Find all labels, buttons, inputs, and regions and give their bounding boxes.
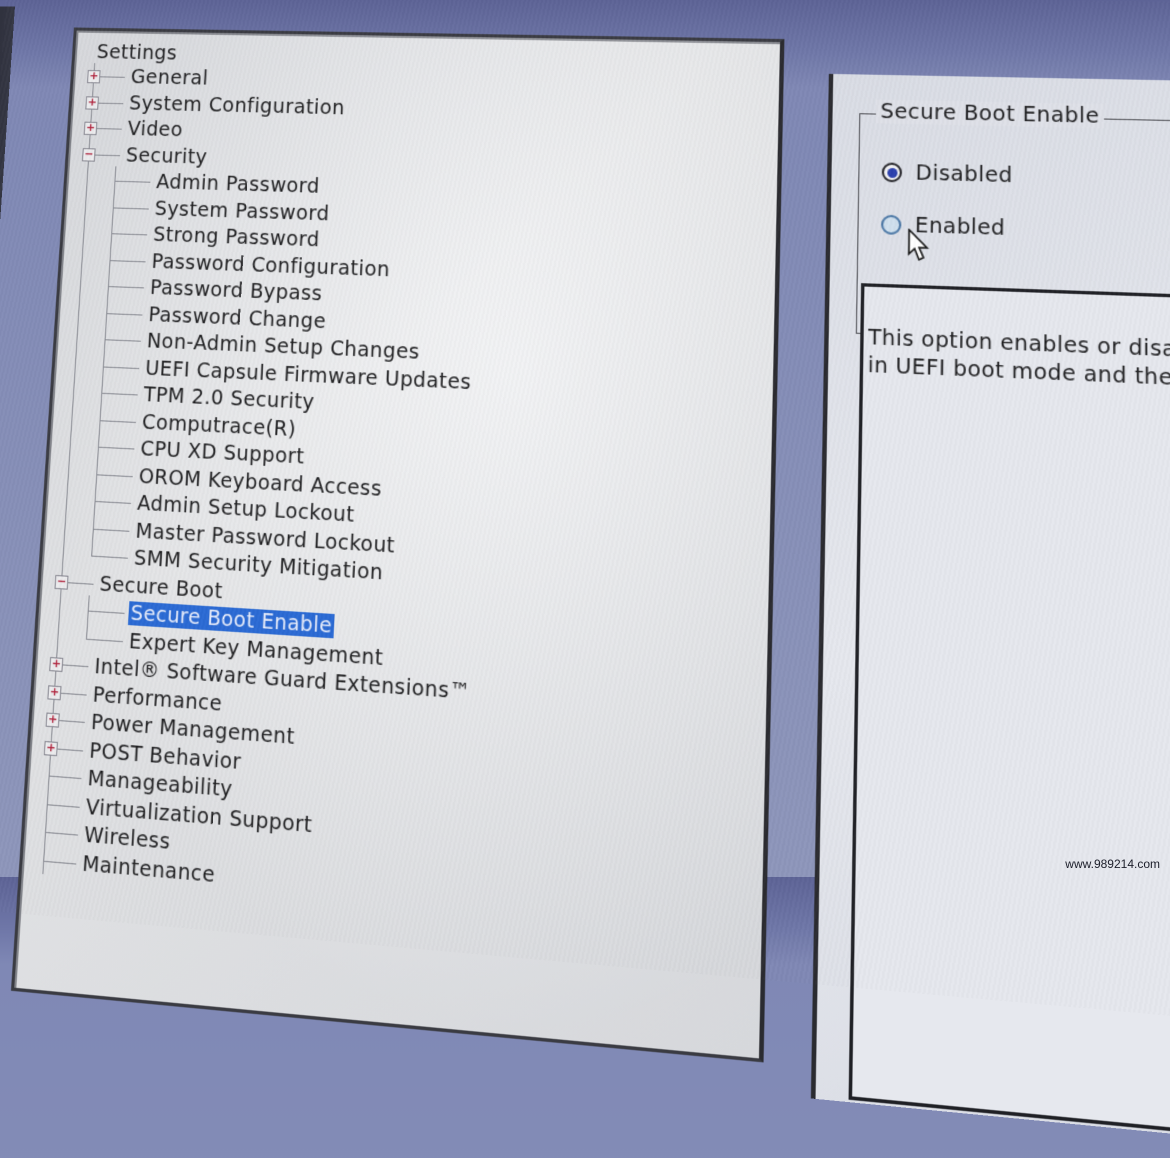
tree-connector bbox=[43, 860, 77, 865]
tree-item-label: Strong Password bbox=[152, 223, 321, 252]
tree-connector bbox=[87, 610, 125, 614]
tree-connector bbox=[107, 286, 145, 289]
tree-item[interactable]: Password Bypass bbox=[147, 276, 325, 306]
tree-connector bbox=[111, 233, 148, 236]
radio-disabled-label: Disabled bbox=[915, 161, 1013, 188]
radio-checked-icon[interactable] bbox=[881, 162, 903, 183]
expand-plus-icon[interactable]: + bbox=[83, 121, 98, 136]
tree-item-label: Wireless bbox=[83, 822, 171, 855]
tree-item-label: Password Bypass bbox=[149, 276, 323, 306]
detail-panel: Secure Boot Enable Disabled Enabled This… bbox=[810, 73, 1170, 1157]
tree-connector bbox=[99, 419, 137, 423]
tree-connector bbox=[109, 259, 146, 262]
mouse-pointer-icon bbox=[908, 229, 933, 263]
tree-item-label: General bbox=[130, 65, 209, 90]
expand-plus-icon[interactable]: + bbox=[49, 656, 64, 673]
collapse-minus-icon[interactable]: − bbox=[81, 147, 96, 162]
tree-connector bbox=[46, 803, 80, 808]
subtree-line bbox=[86, 594, 90, 639]
tree-connector bbox=[44, 831, 78, 836]
tree-connector bbox=[112, 206, 149, 210]
tree-item[interactable]: System Configuration bbox=[127, 92, 348, 119]
tree-connector bbox=[48, 775, 82, 780]
tree-connector bbox=[96, 473, 133, 477]
help-description-box: This option enables or disab in UEFI boo… bbox=[848, 283, 1170, 1156]
tree-item-label: Security bbox=[125, 143, 209, 169]
expand-plus-icon[interactable]: + bbox=[86, 69, 101, 84]
monitor-bezel bbox=[0, 5, 15, 1012]
tree-item[interactable]: Maintenance bbox=[80, 851, 218, 887]
expand-plus-icon[interactable]: + bbox=[45, 712, 60, 728]
tree-connector bbox=[91, 555, 128, 559]
expand-plus-icon[interactable]: + bbox=[43, 739, 59, 756]
tree-connector bbox=[94, 500, 132, 504]
help-description: This option enables or disab in UEFI boo… bbox=[868, 324, 1170, 402]
tree-connector bbox=[85, 638, 123, 642]
collapse-minus-icon[interactable]: − bbox=[54, 573, 69, 590]
tree-item-label: Computrace(R) bbox=[141, 410, 297, 441]
bios-setup-screen: Settings General + System Configuration + Vi… bbox=[0, 0, 1170, 1157]
tree-item[interactable]: CPU XD Support bbox=[138, 437, 307, 469]
settings-tree-panel: Settings General + System Configuration + Vi… bbox=[10, 27, 785, 1063]
tree-item[interactable]: Admin Password bbox=[154, 171, 323, 199]
tree-item-label: CPU XD Support bbox=[139, 437, 305, 469]
tree-item-label: Admin Password bbox=[155, 170, 321, 199]
tree-connector bbox=[104, 339, 141, 342]
radio-disabled[interactable]: Disabled bbox=[881, 160, 1013, 188]
tree-connector bbox=[106, 312, 143, 316]
tree-item[interactable]: Password Change bbox=[146, 303, 329, 333]
watermark: www.989214.com bbox=[1065, 857, 1160, 871]
expand-plus-icon[interactable]: + bbox=[47, 684, 62, 700]
tree-connector bbox=[92, 528, 130, 532]
tree-connector bbox=[114, 180, 151, 183]
tree-connector bbox=[101, 392, 138, 396]
subtree-line bbox=[91, 165, 117, 556]
tree-item[interactable]: TPM 2.0 Security bbox=[141, 383, 317, 414]
tree-item-label: Video bbox=[126, 117, 184, 142]
tree-item-label: Password Change bbox=[147, 302, 327, 333]
tree-root-settings[interactable]: Settings bbox=[94, 41, 180, 65]
expand-plus-icon[interactable]: + bbox=[85, 95, 99, 110]
tree-item-label: Maintenance bbox=[81, 851, 216, 888]
tree-item[interactable]: Computrace(R) bbox=[139, 410, 298, 441]
tree-connector bbox=[102, 365, 140, 369]
tree-item[interactable]: Video bbox=[125, 118, 185, 142]
tree-item-label: System Password bbox=[154, 196, 330, 226]
tree-item[interactable]: Secure Boot bbox=[97, 572, 225, 604]
tree-root-label: Settings bbox=[96, 40, 178, 65]
tree-item[interactable]: System Password bbox=[152, 197, 332, 225]
tree-item-label: Secure Boot bbox=[98, 571, 224, 604]
tree-item[interactable]: General bbox=[128, 66, 211, 90]
tree-item[interactable]: Wireless bbox=[81, 823, 173, 855]
radio-enabled[interactable]: Enabled bbox=[880, 212, 1005, 240]
radio-unchecked-icon[interactable] bbox=[880, 214, 902, 235]
tree-connector bbox=[97, 446, 135, 450]
tree-item[interactable]: Strong Password bbox=[151, 223, 323, 252]
tree-item-label: System Configuration bbox=[128, 91, 346, 120]
group-title: Secure Boot Enable bbox=[875, 99, 1105, 129]
tree-item-label: TPM 2.0 Security bbox=[143, 383, 316, 415]
tree-item[interactable]: Security bbox=[123, 144, 210, 169]
